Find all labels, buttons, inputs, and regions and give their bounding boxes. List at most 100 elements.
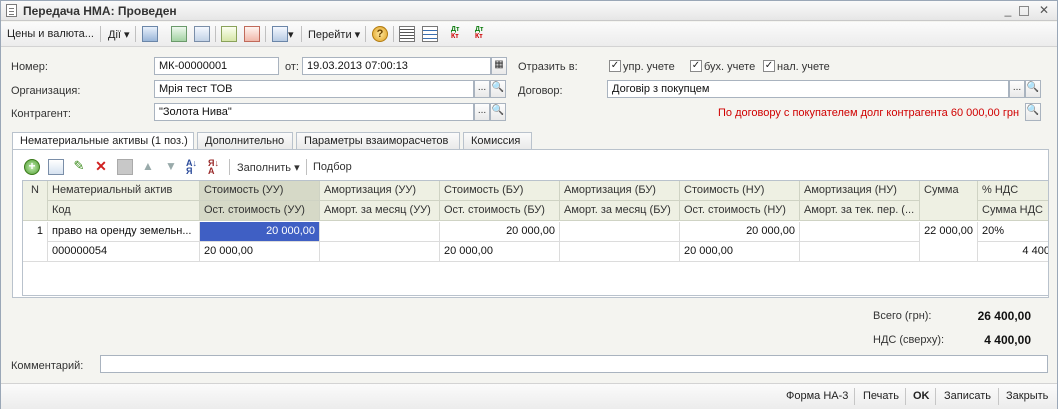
- copy-row-icon[interactable]: [48, 159, 64, 175]
- vat-rate-cell[interactable]: 20%: [978, 222, 1048, 242]
- column-header-monthly-amort-acc[interactable]: Аморт. за месяц (БУ): [560, 201, 680, 221]
- column-header-cost-mgmt[interactable]: Стоимость (УУ): [200, 181, 320, 201]
- structure-icon[interactable]: [399, 26, 415, 42]
- bottom-separator: [854, 388, 855, 405]
- column-header-residual-acc[interactable]: Ост. стоимость (БУ): [440, 201, 560, 221]
- form-na3-button[interactable]: Форма НА-3: [786, 390, 848, 402]
- help-icon[interactable]: ?: [372, 26, 388, 42]
- amort-mgmt-cell[interactable]: [320, 222, 440, 242]
- residual-acc-cell[interactable]: 20 000,00: [440, 242, 560, 262]
- counterparty-field[interactable]: "Золота Нива": [154, 103, 474, 121]
- column-header-asset[interactable]: Нематериальный актив: [48, 181, 200, 201]
- amort-acc-cell[interactable]: [560, 222, 680, 242]
- tab-additional[interactable]: Дополнительно: [197, 132, 293, 150]
- contract-field[interactable]: Договір з покупцем: [607, 80, 1009, 98]
- reflect-management-checkbox[interactable]: ✓: [609, 60, 621, 72]
- counterparty-select-button[interactable]: ...: [474, 103, 490, 121]
- title-bar: Передача НМА: Проведен _ ✕: [1, 1, 1057, 21]
- column-header-vat-rate[interactable]: % НДС: [978, 181, 1048, 201]
- row-number-cell[interactable]: 1: [23, 222, 48, 262]
- sum-cell[interactable]: 22 000,00: [920, 222, 978, 262]
- reflect-tax-checkbox[interactable]: ✓: [763, 60, 775, 72]
- residual-tax-cell[interactable]: 20 000,00: [680, 242, 800, 262]
- reflect-accounting-label: бух. учете: [704, 61, 756, 73]
- based-on-icon[interactable]: [272, 26, 288, 42]
- maximize-icon[interactable]: [1019, 6, 1029, 16]
- column-header-cost-acc[interactable]: Стоимость (БУ): [440, 181, 560, 201]
- asset-name-cell[interactable]: право на оренду земельн...: [48, 222, 200, 242]
- monthly-amort-mgmt-cell[interactable]: [320, 242, 440, 262]
- column-header-cost-tax[interactable]: Стоимость (НУ): [680, 181, 800, 201]
- contract-select-button[interactable]: ...: [1009, 80, 1025, 98]
- grid-toolbar-separator: [306, 159, 307, 175]
- end-edit-icon[interactable]: [117, 159, 133, 175]
- column-header-amort-mgmt[interactable]: Амортизация (УУ): [320, 181, 440, 201]
- print-button[interactable]: Печать: [863, 390, 899, 402]
- selection-button[interactable]: Подбор: [313, 161, 352, 173]
- debt-details-icon[interactable]: 🔍: [1025, 103, 1041, 121]
- list-settings-icon[interactable]: [422, 26, 438, 42]
- period-amort-tax-cell[interactable]: [800, 242, 920, 262]
- save-icon[interactable]: [171, 26, 187, 42]
- fill-menu-button[interactable]: Заполнить ▾: [237, 161, 300, 174]
- monthly-amort-acc-cell[interactable]: [560, 242, 680, 262]
- comment-field[interactable]: [100, 355, 1048, 373]
- close-button[interactable]: Закрыть: [1006, 390, 1048, 402]
- reflect-accounting-checkbox[interactable]: ✓: [690, 60, 702, 72]
- move-down-icon[interactable]: ▼: [163, 159, 179, 175]
- column-header-vat-sum[interactable]: Сумма НДС: [978, 201, 1048, 221]
- unpost-icon[interactable]: [244, 26, 260, 42]
- amort-tax-cell[interactable]: [800, 222, 920, 242]
- date-field[interactable]: 19.03.2013 07:00:13: [302, 57, 491, 75]
- vat-sum-cell[interactable]: 4 400,: [978, 242, 1048, 262]
- cost-mgmt-cell[interactable]: 20 000,00: [200, 222, 320, 242]
- tab-settlement-params[interactable]: Параметры взаиморасчетов: [296, 132, 460, 150]
- column-header-monthly-amort-mgmt[interactable]: Аморт. за месяц (УУ): [320, 201, 440, 221]
- organization-select-button[interactable]: ...: [474, 80, 490, 98]
- save-button[interactable]: Записать: [944, 390, 991, 402]
- add-row-icon[interactable]: +: [24, 159, 40, 175]
- actions-menu-button[interactable]: Дії ▾: [108, 28, 130, 41]
- organization-open-icon[interactable]: 🔍: [490, 80, 506, 98]
- toolbar-separator: [215, 26, 216, 42]
- column-header-amort-acc[interactable]: Амортизация (БУ): [560, 181, 680, 201]
- sort-descending-icon[interactable]: Я↓ А: [208, 159, 224, 176]
- post-icon[interactable]: [221, 26, 237, 42]
- prices-currency-button[interactable]: Цены и валюта...: [7, 28, 94, 40]
- close-icon[interactable]: ✕: [1037, 4, 1051, 18]
- dt-kt-tax-movements-icon[interactable]: Дт Кт: [475, 26, 491, 42]
- move-up-icon[interactable]: ▲: [140, 159, 156, 175]
- goto-menu-button[interactable]: Перейти ▾: [308, 28, 360, 41]
- ok-button[interactable]: OK: [913, 390, 930, 402]
- sort-ascending-icon[interactable]: А↓ Я: [186, 159, 202, 176]
- column-header-sum[interactable]: Сумма: [920, 181, 978, 221]
- based-on-dropdown-icon[interactable]: ▾: [288, 28, 294, 41]
- asset-code-cell[interactable]: 000000054: [48, 242, 200, 262]
- toolbar-separator: [365, 26, 366, 42]
- document-window: Передача НМА: Проведен _ ✕ Цены и валюта…: [0, 0, 1058, 409]
- calendar-icon[interactable]: ▦: [491, 57, 507, 75]
- contract-open-icon[interactable]: 🔍: [1025, 80, 1041, 98]
- copy-icon[interactable]: [194, 26, 210, 42]
- cost-acc-cell[interactable]: 20 000,00: [440, 222, 560, 242]
- edit-row-icon[interactable]: ✎: [71, 159, 87, 175]
- dt-kt-movements-icon[interactable]: Дт Кт: [451, 26, 467, 42]
- column-header-period-amort-tax[interactable]: Аморт. за тек. пер. (...: [800, 201, 920, 221]
- minimize-icon[interactable]: _: [1001, 4, 1015, 18]
- column-header-residual-mgmt[interactable]: Ост. стоимость (УУ): [200, 201, 320, 221]
- counterparty-label: Контрагент:: [11, 108, 71, 120]
- cost-tax-cell[interactable]: 20 000,00: [680, 222, 800, 242]
- residual-mgmt-cell[interactable]: 20 000,00: [200, 242, 320, 262]
- column-header-residual-tax[interactable]: Ост. стоимость (НУ): [680, 201, 800, 221]
- total-value: 26 400,00: [977, 309, 1031, 323]
- column-header-amort-tax[interactable]: Амортизация (НУ): [800, 181, 920, 201]
- tab-commission[interactable]: Комиссия: [463, 132, 532, 150]
- column-header-code[interactable]: Код: [48, 201, 200, 221]
- counterparty-open-icon[interactable]: 🔍: [490, 103, 506, 121]
- organization-field[interactable]: Мрія тест ТОВ: [154, 80, 474, 98]
- delete-row-icon[interactable]: ✕: [93, 159, 109, 175]
- column-header-n[interactable]: N: [23, 181, 48, 221]
- date-from-label: от:: [285, 61, 299, 73]
- number-field[interactable]: МК-00000001: [154, 57, 279, 75]
- post-and-close-icon[interactable]: [142, 26, 158, 42]
